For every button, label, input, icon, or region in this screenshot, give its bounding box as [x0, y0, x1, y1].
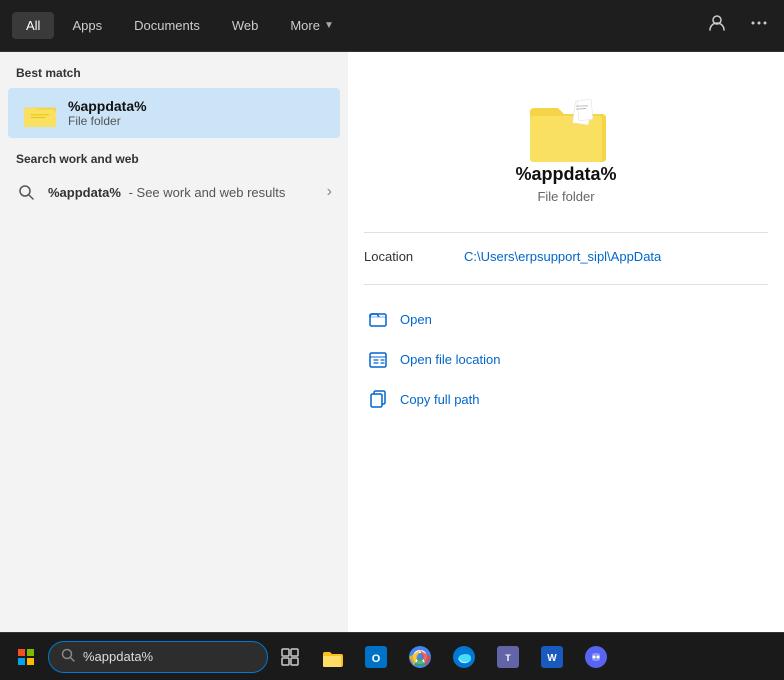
chevron-down-icon: ▼ [324, 20, 334, 31]
result-item-appdata[interactable]: %appdata% File folder [8, 88, 340, 138]
preview-title: %appdata% [515, 164, 616, 185]
divider [364, 232, 768, 233]
taskbar-search[interactable]: %appdata% [48, 641, 268, 673]
folder-icon-small [24, 99, 56, 127]
location-label: Location [364, 249, 464, 264]
start-menu: All Apps Documents Web More ▼ [0, 0, 784, 632]
web-search-text: %appdata% - See work and web results [48, 185, 285, 200]
result-subtitle: File folder [68, 114, 147, 128]
start-button[interactable] [8, 639, 44, 675]
action-open-file-location-label: Open file location [400, 352, 500, 367]
chrome-button[interactable] [400, 637, 440, 677]
svg-text:O: O [372, 653, 381, 665]
nav-bar: All Apps Documents Web More ▼ [0, 0, 784, 52]
tab-apps[interactable]: Apps [58, 12, 116, 39]
outlook-button[interactable]: O [356, 637, 396, 677]
task-view-button[interactable] [272, 639, 308, 675]
content-area: Best match %appdata% File folder [0, 52, 784, 632]
person-icon-button[interactable] [704, 10, 730, 41]
tab-more[interactable]: More ▼ [276, 12, 348, 39]
tab-all[interactable]: All [12, 12, 54, 39]
discord-button[interactable] [576, 637, 616, 677]
action-copy-full-path[interactable]: Copy full path [364, 381, 768, 417]
tab-documents[interactable]: Documents [120, 12, 214, 39]
search-icon [16, 182, 36, 202]
action-copy-full-path-label: Copy full path [400, 392, 480, 407]
action-open[interactable]: Open [364, 301, 768, 337]
nav-tabs: All Apps Documents Web More ▼ [12, 12, 704, 39]
nav-icons [704, 10, 772, 41]
result-text: %appdata% File folder [68, 98, 147, 128]
result-title: %appdata% [68, 98, 147, 114]
ellipsis-icon-button[interactable] [746, 10, 772, 41]
preview-subtitle: File folder [537, 189, 594, 204]
teams-button[interactable]: T [488, 637, 528, 677]
taskbar: %appdata% O [0, 632, 784, 680]
word-button[interactable]: W [532, 637, 572, 677]
action-open-label: Open [400, 312, 432, 327]
open-file-location-icon [368, 349, 388, 369]
search-section-label: Search work and web [0, 138, 348, 174]
best-match-label: Best match [0, 52, 348, 88]
divider-2 [364, 284, 768, 285]
left-panel: Best match %appdata% File folder [0, 52, 348, 632]
chevron-right-icon: › [327, 183, 332, 201]
file-explorer-button[interactable] [312, 637, 352, 677]
copy-icon [368, 389, 388, 409]
open-icon [368, 309, 388, 329]
web-search-item[interactable]: %appdata% - See work and web results › [0, 174, 348, 210]
svg-text:T: T [505, 653, 511, 663]
svg-text:W: W [547, 653, 557, 664]
folder-icon-large [526, 92, 606, 164]
action-list: Open Open file location [364, 301, 768, 417]
location-row: Location C:\Users\erpsupport_sipl\AppDat… [364, 249, 768, 264]
tab-web[interactable]: Web [218, 12, 273, 39]
taskbar-search-text: %appdata% [83, 649, 153, 664]
right-panel: %appdata% File folder Location C:\Users\… [348, 52, 784, 632]
location-value[interactable]: C:\Users\erpsupport_sipl\AppData [464, 249, 661, 264]
edge-button[interactable] [444, 637, 484, 677]
taskbar-search-icon [61, 648, 75, 665]
action-open-file-location[interactable]: Open file location [364, 341, 768, 377]
